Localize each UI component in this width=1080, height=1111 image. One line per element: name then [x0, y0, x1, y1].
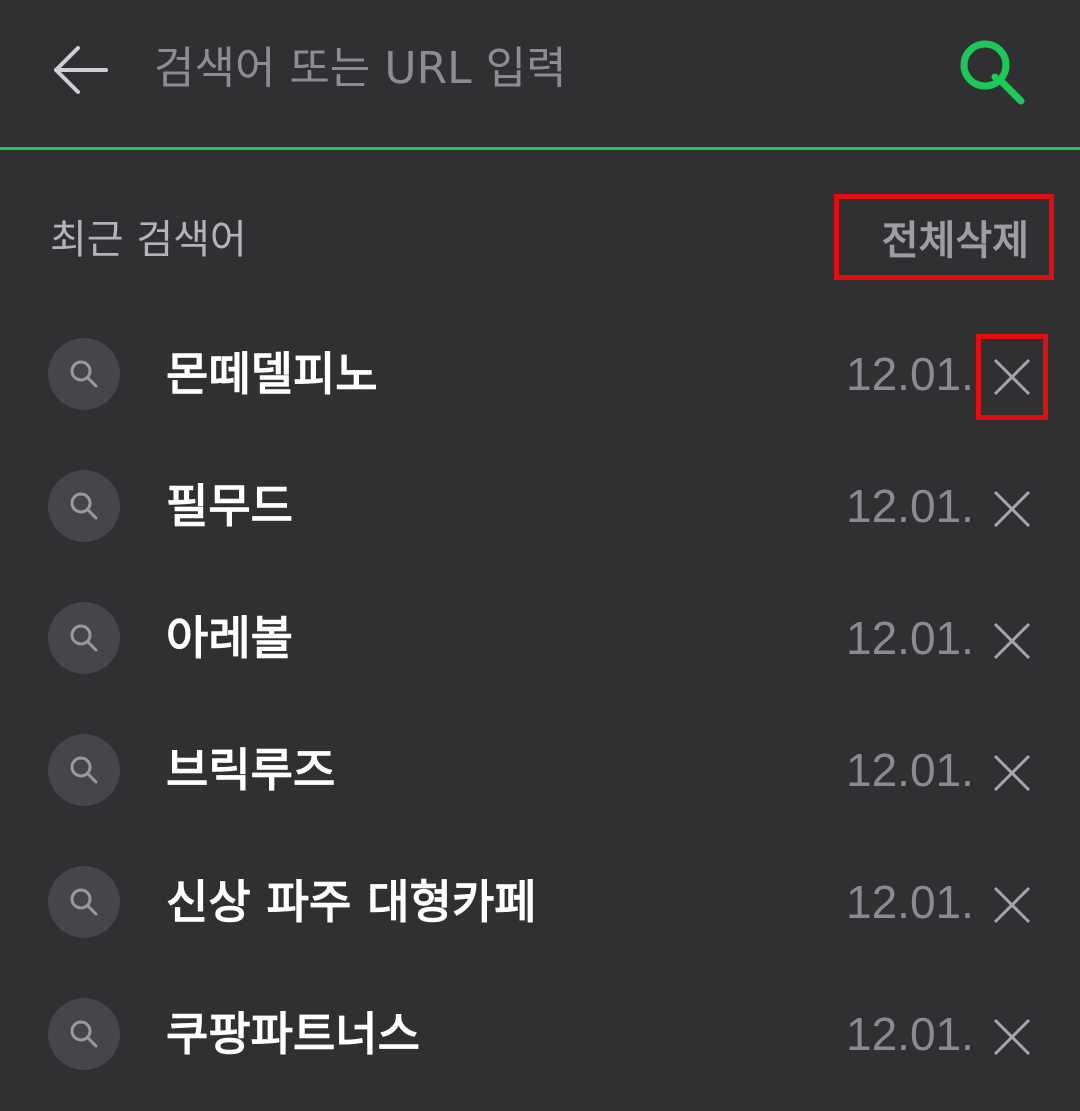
list-item[interactable]: 신상 파주 대형카페 12.01. — [0, 836, 1080, 968]
back-button[interactable] — [40, 28, 124, 112]
close-icon — [993, 358, 1031, 396]
search-date: 12.01. — [846, 876, 974, 928]
search-input[interactable] — [150, 30, 918, 106]
search-icon — [960, 40, 1025, 105]
search-term[interactable]: 쿠팡파트너스 — [166, 1006, 420, 1062]
search-header — [0, 0, 1080, 148]
search-date: 12.01. — [846, 480, 974, 532]
list-item[interactable]: 아레볼 12.01. — [0, 572, 1080, 704]
list-item[interactable]: 필무드 12.01. — [0, 440, 1080, 572]
close-icon — [993, 622, 1031, 660]
search-date: 12.01. — [846, 1008, 974, 1060]
list-item[interactable]: 브릭루즈 12.01. — [0, 704, 1080, 836]
history-search-icon — [48, 866, 120, 938]
close-icon — [993, 886, 1031, 924]
history-search-icon — [48, 734, 120, 806]
search-date: 12.01. — [846, 612, 974, 664]
delete-item-button[interactable] — [976, 334, 1048, 420]
search-term[interactable]: 필무드 — [166, 478, 293, 534]
search-focus-underline — [0, 147, 1080, 150]
recent-searches-header: 최근 검색어 전체삭제 — [0, 190, 1080, 290]
close-icon — [993, 754, 1031, 792]
list-item[interactable]: 쿠팡파트너스 12.01. — [0, 968, 1080, 1100]
arrow-left-icon — [54, 46, 108, 94]
delete-item-button[interactable] — [976, 730, 1048, 816]
history-search-icon — [48, 470, 120, 542]
history-search-icon — [48, 998, 120, 1070]
recent-searches-title: 최근 검색어 — [50, 217, 247, 263]
search-term[interactable]: 몬떼델피노 — [166, 346, 378, 402]
delete-item-button[interactable] — [976, 466, 1048, 552]
delete-item-button[interactable] — [976, 862, 1048, 948]
delete-item-button[interactable] — [976, 598, 1048, 684]
search-submit-button[interactable] — [946, 26, 1036, 116]
search-date: 12.01. — [846, 348, 974, 400]
close-icon — [993, 490, 1031, 528]
history-search-icon — [48, 602, 120, 674]
search-term[interactable]: 아레볼 — [166, 610, 293, 666]
history-search-icon — [48, 338, 120, 410]
search-date: 12.01. — [846, 744, 974, 796]
close-icon — [993, 1018, 1031, 1056]
search-term[interactable]: 브릭루즈 — [166, 742, 335, 798]
delete-item-button[interactable] — [976, 994, 1048, 1080]
search-term[interactable]: 신상 파주 대형카페 — [166, 874, 537, 930]
list-item[interactable]: 몬떼델피노 12.01. — [0, 308, 1080, 440]
clear-all-button[interactable]: 전체삭제 — [834, 194, 1054, 280]
recent-search-list: 몬떼델피노 12.01. 필무드 12.01. 아레볼 12.01. 브릭루즈 … — [0, 308, 1080, 1100]
